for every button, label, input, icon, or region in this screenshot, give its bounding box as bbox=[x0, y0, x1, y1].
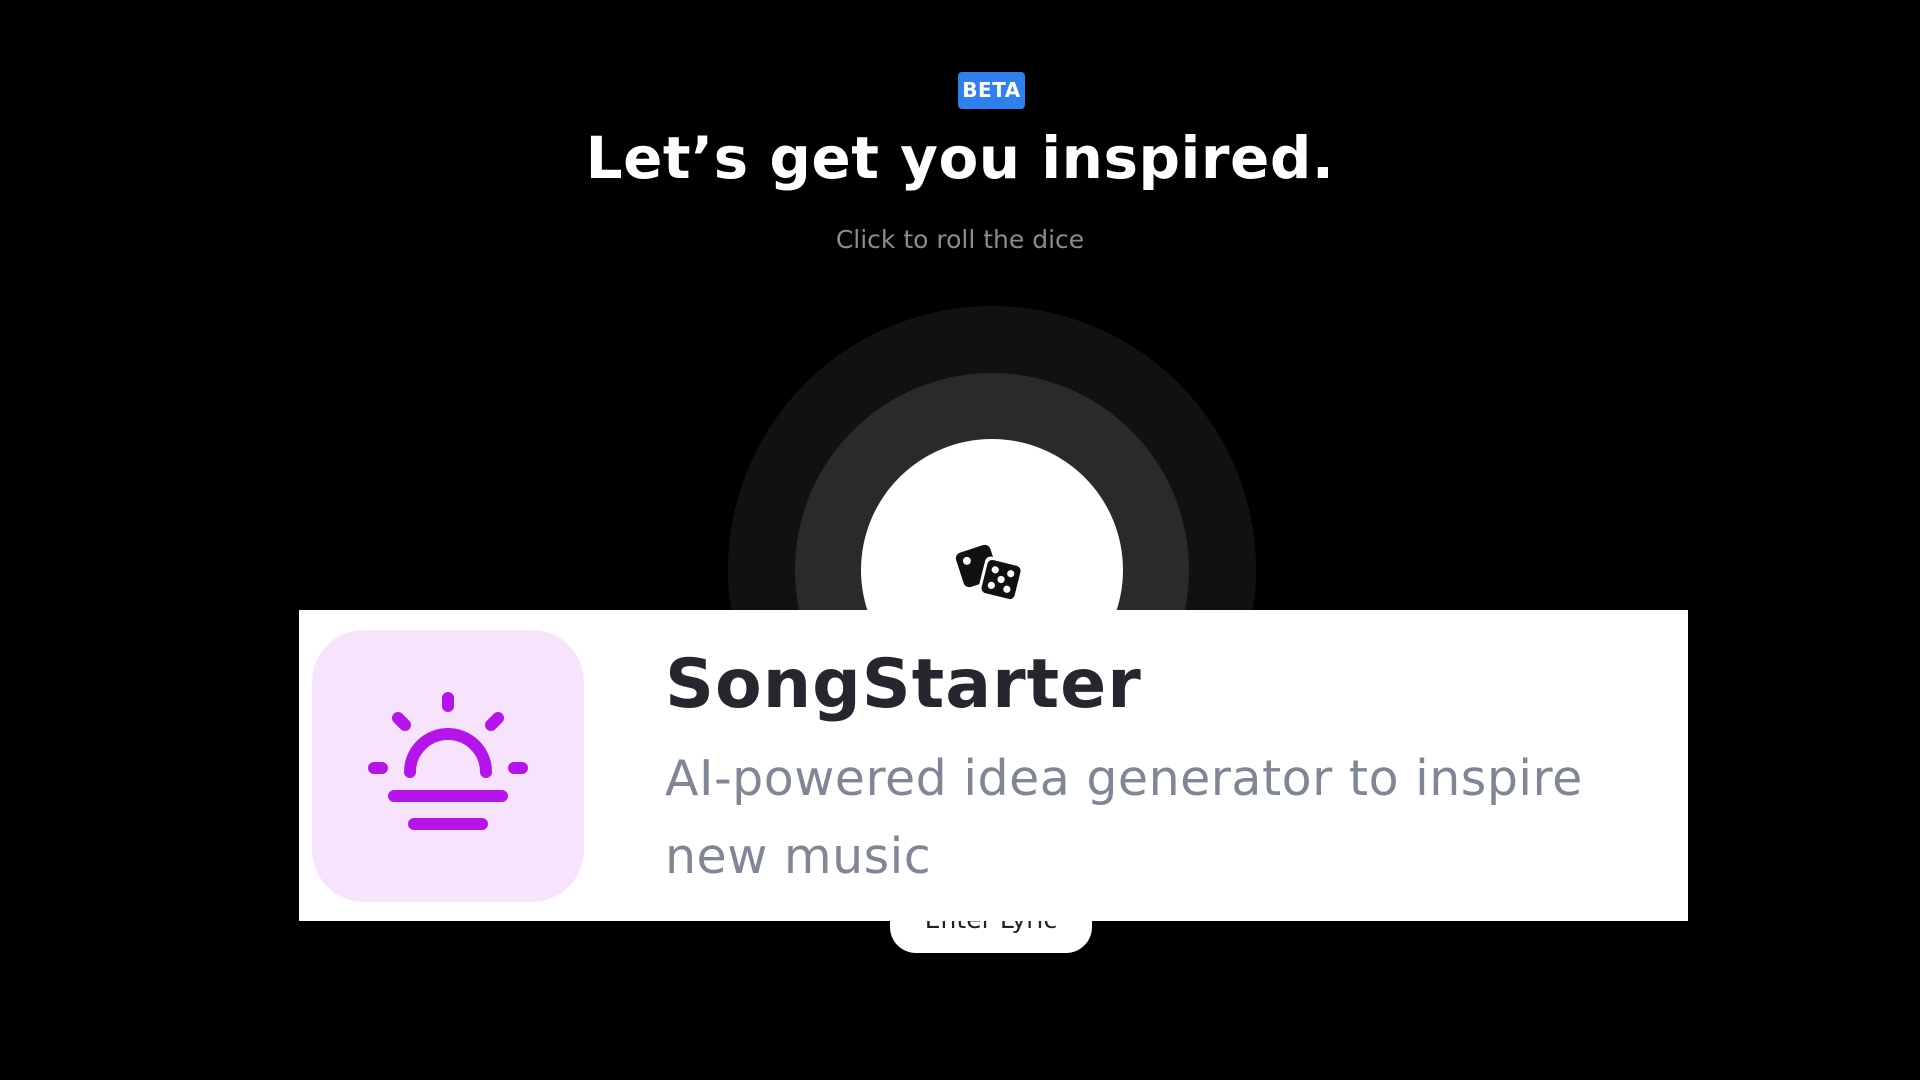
app-name: SongStarter bbox=[665, 645, 1142, 724]
page: BETA Let’s get you inspired. Click to ro… bbox=[0, 0, 1920, 1080]
app-logo bbox=[312, 630, 584, 902]
app-banner: SongStarter AI-powered idea generator to… bbox=[299, 610, 1688, 921]
sunrise-icon bbox=[368, 692, 528, 830]
beta-badge: BETA bbox=[958, 72, 1025, 109]
app-description: AI-powered idea generator to inspire new… bbox=[665, 750, 1583, 885]
page-title: Let’s get you inspired. bbox=[585, 124, 1335, 192]
dice-icon bbox=[955, 544, 1025, 603]
page-subtitle: Click to roll the dice bbox=[835, 225, 1085, 254]
